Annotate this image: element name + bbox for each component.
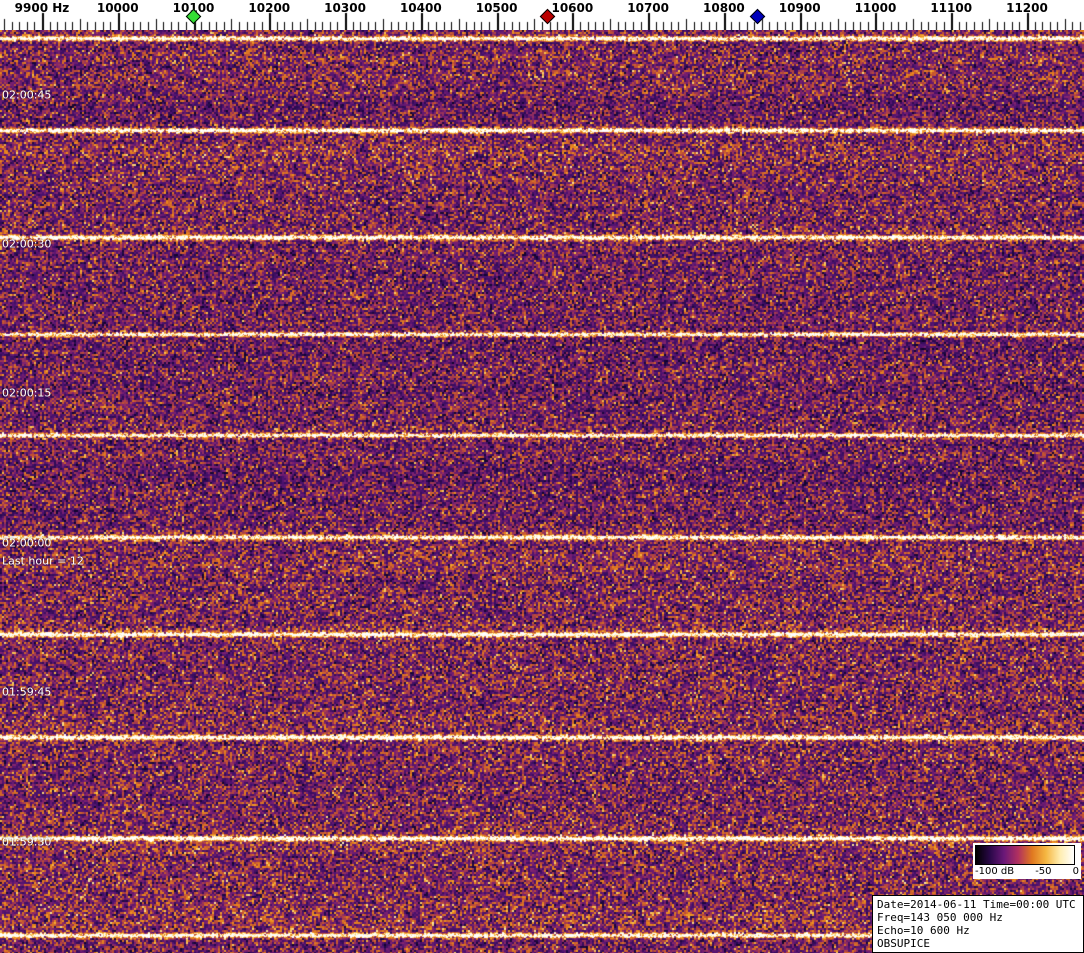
colorbar-labels: -100 dB -50 0 (975, 865, 1079, 878)
spectrum-waterfall-app: 9900 Hz100001010010200103001040010500106… (0, 0, 1084, 953)
freq-tick-label: 10900 (779, 1, 821, 15)
colorbar-max-label: 0 (1073, 866, 1079, 878)
freq-tick-label: 10000 (97, 1, 139, 15)
freq-tick-label: 9900 Hz (15, 1, 70, 15)
waterfall-area[interactable]: 02:00:45 02:00:30 02:00:15 02:00:00 Last hou… (0, 30, 1084, 953)
station-info-box: Date=2014-06-11 Time=00:00 UTC Freq=143 … (872, 895, 1084, 953)
freq-tick-label: 10500 (476, 1, 518, 15)
info-date-line: Date=2014-06-11 Time=00:00 UTC (877, 898, 1079, 911)
colorbar-mid-label: -50 (1035, 866, 1051, 878)
frequency-ruler[interactable]: 9900 Hz100001010010200103001040010500106… (0, 0, 1084, 30)
time-tick-label: 02:00:45 (2, 89, 51, 102)
freq-tick-label: 10300 (324, 1, 366, 15)
time-tick-label: 01:59:45 (2, 686, 51, 699)
time-tick-label: 02:00:00 (2, 537, 51, 550)
time-tick-label: 02:00:15 (2, 387, 51, 400)
freq-tick-label: 10600 (551, 1, 593, 15)
freq-tick-label: 10400 (400, 1, 442, 15)
colorbar-panel: -100 dB -50 0 (973, 843, 1081, 879)
freq-tick-label: 11100 (930, 1, 972, 15)
info-station-line: OBSUPICE (877, 937, 1079, 950)
hour-count-annotation: Last hour = 12 (2, 555, 84, 568)
time-tick-label: 02:00:30 (2, 238, 51, 251)
info-freq-line: Freq=143 050 000 Hz (877, 911, 1079, 924)
time-tick-label: 01:59:30 (2, 836, 51, 849)
spectrogram-canvas[interactable] (0, 30, 1084, 953)
colorbar-min-label: -100 dB (975, 866, 1014, 878)
freq-tick-label: 11200 (1006, 1, 1048, 15)
freq-tick-label: 10800 (703, 1, 745, 15)
colorbar-gradient (975, 845, 1075, 865)
freq-tick-label: 10200 (248, 1, 290, 15)
info-echo-line: Echo=10 600 Hz (877, 924, 1079, 937)
freq-tick-label: 11000 (855, 1, 897, 15)
freq-tick-label: 10700 (627, 1, 669, 15)
